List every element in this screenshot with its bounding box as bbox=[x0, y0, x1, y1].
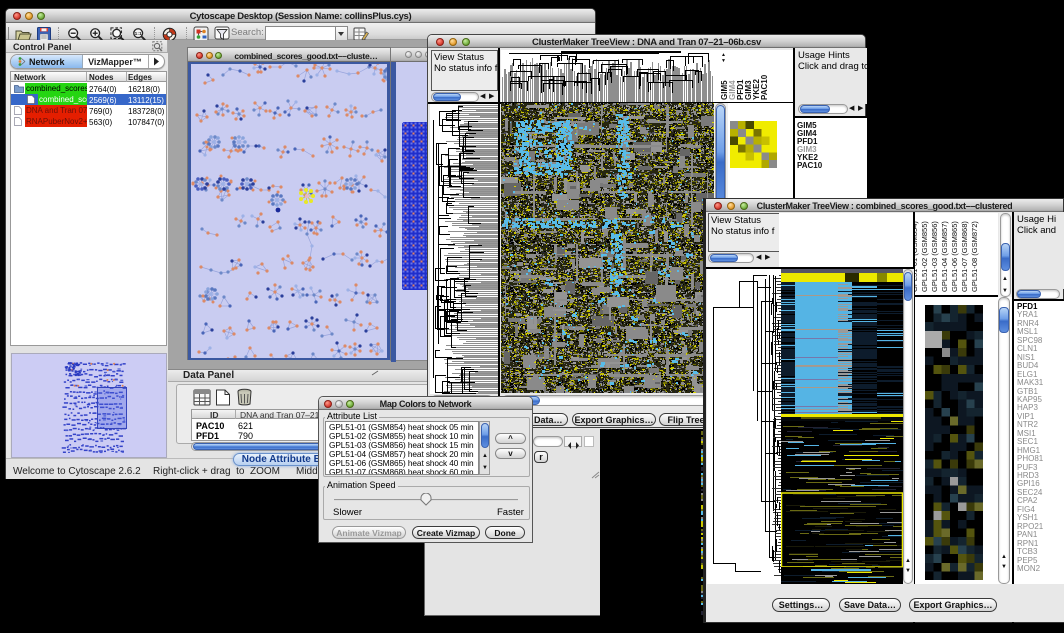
svg-text:1:1: 1:1 bbox=[135, 31, 142, 37]
